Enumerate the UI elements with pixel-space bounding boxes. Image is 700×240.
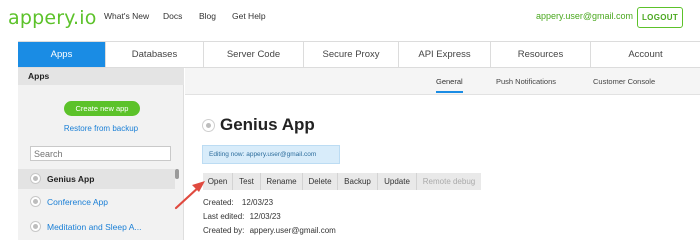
rename-button[interactable]: Rename [261, 173, 303, 190]
tab-api-express[interactable]: API Express [399, 42, 491, 67]
app-name: Genius App [47, 174, 95, 184]
tab-databases[interactable]: Databases [106, 42, 204, 67]
active-subtab-indicator [436, 91, 463, 93]
app-name: Meditation and Sleep A... [47, 222, 142, 232]
main-tabs: Apps Databases Server Code Secure Proxy … [18, 41, 700, 68]
nav-blog[interactable]: Blog [199, 11, 216, 21]
restore-from-backup-link[interactable]: Restore from backup [18, 124, 184, 133]
appery-logo[interactable]: appery.io [8, 7, 97, 29]
app-list-item[interactable]: Conference App [18, 192, 175, 212]
subtab-customer-console[interactable]: Customer Console [593, 77, 655, 86]
backup-button[interactable]: Backup [338, 173, 378, 190]
created-by-row: Created by: appery.user@gmail.com [203, 226, 336, 235]
app-status-icon [30, 196, 41, 207]
app-status-icon [202, 119, 215, 132]
nav-get-help[interactable]: Get Help [232, 11, 266, 21]
app-status-icon [30, 173, 41, 184]
tab-account[interactable]: Account [591, 42, 700, 67]
tab-apps[interactable]: Apps [18, 42, 106, 67]
last-edited-row: Last edited: 12/03/23 [203, 212, 281, 221]
create-new-app-button[interactable]: Create new app [64, 101, 140, 116]
subtab-push-notifications[interactable]: Push Notifications [496, 77, 556, 86]
app-status-icon [30, 221, 41, 232]
subtab-general[interactable]: General [436, 77, 463, 86]
user-email[interactable]: appery.user@gmail.com [536, 11, 633, 21]
created-row: Created: 12/03/23 [203, 198, 273, 207]
created-value: 12/03/23 [241, 198, 274, 207]
logout-button[interactable]: LOGOUT [637, 7, 683, 28]
app-list-item[interactable]: Meditation and Sleep A... [18, 217, 175, 237]
annotation-arrow-icon [174, 181, 205, 210]
nav-docs[interactable]: Docs [163, 11, 182, 21]
tab-server-code[interactable]: Server Code [204, 42, 304, 67]
app-list-item[interactable]: Genius App [18, 169, 175, 189]
created-by-value: appery.user@gmail.com [249, 226, 336, 235]
delete-button[interactable]: Delete [303, 173, 338, 190]
test-button[interactable]: Test [233, 173, 261, 190]
top-bar: appery.io What's New Docs Blog Get Help … [0, 0, 700, 36]
app-name: Conference App [47, 197, 108, 207]
last-edited-value: 12/03/23 [249, 212, 281, 221]
editing-now-notice: Editing now: appery.user@gmail.com [202, 145, 340, 164]
tab-resources[interactable]: Resources [491, 42, 591, 67]
created-by-label: Created by: [203, 226, 245, 235]
nav-whats-new[interactable]: What's New [104, 11, 149, 21]
app-title: Genius App [220, 115, 315, 134]
tab-secure-proxy[interactable]: Secure Proxy [304, 42, 399, 67]
remote-debug-button: Remote debug [417, 173, 481, 190]
apps-sidebar: Apps Create new app Restore from backup … [18, 68, 184, 240]
update-button[interactable]: Update [378, 173, 417, 190]
sidebar-title: Apps [18, 68, 184, 85]
app-search-input[interactable] [30, 146, 171, 161]
